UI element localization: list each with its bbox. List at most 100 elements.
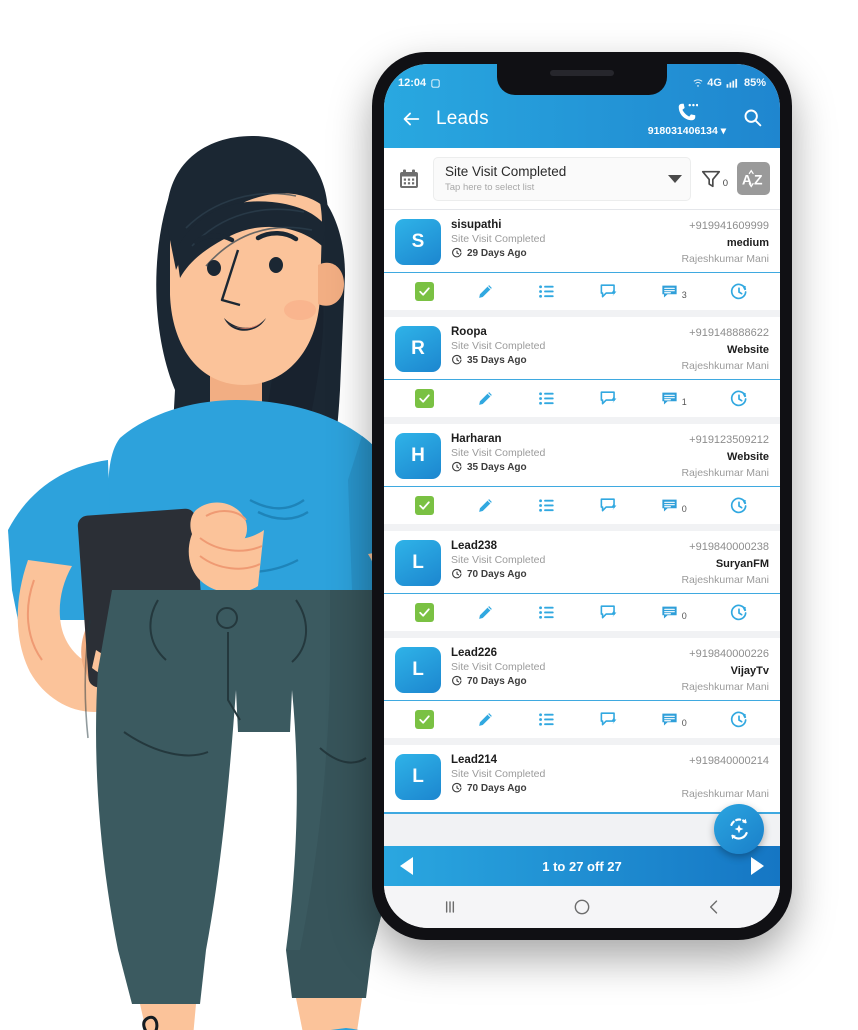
details-lead-action[interactable]	[537, 496, 556, 515]
quick-reply-action[interactable]	[599, 282, 618, 301]
back-icon[interactable]	[692, 892, 736, 922]
lead-phone[interactable]: +919840000226	[689, 648, 769, 660]
lead-phone[interactable]: +919123509212	[689, 434, 769, 446]
status-battery: 85%	[743, 77, 766, 89]
lead-card[interactable]: Ssisupathi Site Visit Completed 29 Days Ag…	[384, 210, 780, 310]
lead-owner: Rajeshkumar Mani	[681, 467, 769, 479]
lead-owner: Rajeshkumar Mani	[681, 360, 769, 372]
lead-card-summary[interactable]: L Lead214 Site Visit Completed 70 Days Ago +…	[384, 745, 780, 812]
sync-fab-button[interactable]	[714, 804, 764, 854]
notes-count: 0	[681, 504, 687, 514]
select-lead-action[interactable]	[415, 389, 435, 408]
search-icon[interactable]	[738, 103, 766, 131]
lead-age-text: 70 Days Ago	[467, 675, 527, 687]
lead-phone[interactable]: +919840000238	[689, 541, 769, 553]
lead-card[interactable]: R Roopa Site Visit Completed 35 Days Ago +91…	[384, 317, 780, 417]
lead-card-summary[interactable]: H Harharan Site Visit Completed 35 Days Ago…	[384, 424, 780, 486]
avatar: H	[395, 433, 441, 479]
edit-lead-action[interactable]	[476, 389, 495, 408]
notes-action[interactable]: 1	[660, 389, 687, 408]
history-action[interactable]	[729, 389, 749, 409]
lead-card-summary[interactable]: Ssisupathi Site Visit Completed 29 Days Ag…	[384, 210, 780, 272]
history-action[interactable]	[729, 603, 749, 623]
lead-card-meta: +919123509212 Website Rajeshkumar Mani	[681, 433, 769, 479]
lead-name: sisupathi	[451, 219, 502, 231]
notes-icon	[662, 499, 677, 512]
notes-count: 0	[681, 611, 687, 621]
list-select-texts: Site Visit Completed Tap here to select …	[445, 164, 662, 193]
quick-reply-action[interactable]	[599, 389, 618, 408]
notes-action[interactable]: 0	[660, 603, 687, 622]
lead-card-meta: +919840000226 VijayTv Rajeshkumar Mani	[681, 647, 769, 693]
details-lead-action[interactable]	[537, 389, 556, 408]
lead-card[interactable]: H Harharan Site Visit Completed 35 Days Ago…	[384, 424, 780, 524]
details-lead-action[interactable]	[537, 710, 556, 729]
lead-card[interactable]: L Lead238 Site Visit Completed 70 Days Ago +…	[384, 531, 780, 631]
select-lead-action[interactable]	[415, 710, 435, 729]
lead-list[interactable]: Ssisupathi Site Visit Completed 29 Days Ag…	[384, 210, 780, 839]
edit-lead-action[interactable]	[476, 496, 495, 515]
history-action[interactable]	[729, 710, 749, 730]
lead-source: SuryanFM	[715, 557, 769, 570]
lead-age: 70 Days Ago	[451, 782, 681, 794]
lead-phone[interactable]: +919840000214	[689, 755, 769, 767]
history-clock-icon	[730, 711, 747, 727]
lead-age-text: 70 Days Ago	[467, 568, 527, 580]
history-action[interactable]	[729, 282, 749, 302]
lead-source: Website	[727, 343, 769, 356]
home-icon[interactable]	[560, 892, 604, 922]
list-select-dropdown[interactable]: Site Visit Completed Tap here to select …	[433, 156, 691, 201]
phone-dots-icon	[678, 104, 698, 121]
status-bar-left: 12:04	[398, 77, 441, 89]
dialer-button[interactable]: 918031406134 ▾	[648, 101, 726, 137]
next-page-button[interactable]	[751, 857, 764, 875]
select-lead-action[interactable]	[415, 603, 435, 622]
lead-card-summary[interactable]: R Roopa Site Visit Completed 35 Days Ago +91…	[384, 317, 780, 379]
android-nav-bar	[384, 886, 780, 928]
calendar-icon[interactable]	[394, 164, 424, 194]
lead-action-row: 3	[384, 272, 780, 310]
notes-icon	[662, 606, 677, 619]
list-icon	[539, 392, 555, 405]
quick-reply-action[interactable]	[599, 603, 618, 622]
details-lead-action[interactable]	[537, 282, 556, 301]
lead-card-meta: +919840000214 Rajeshkumar Mani	[681, 754, 769, 800]
details-lead-action[interactable]	[537, 603, 556, 622]
lead-card-main: Lead214 Site Visit Completed 70 Days Ago	[441, 754, 681, 800]
lead-card-meta: +919840000238 SuryanFM Rajeshkumar Mani	[681, 540, 769, 586]
lead-owner: Rajeshkumar Mani	[681, 574, 769, 586]
lead-action-row: 1	[384, 379, 780, 417]
recents-icon[interactable]	[428, 892, 472, 922]
lead-card-summary[interactable]: L Lead226 Site Visit Completed 70 Days Ago +…	[384, 638, 780, 700]
quick-reply-icon	[600, 498, 616, 512]
lead-source: VijayTv	[730, 664, 769, 677]
sort-az-button[interactable]: A Z	[737, 162, 770, 195]
notes-action[interactable]: 3	[660, 282, 687, 301]
notes-action[interactable]: 0	[660, 710, 687, 729]
quick-reply-action[interactable]	[599, 496, 618, 515]
funnel-filter-icon	[701, 170, 720, 187]
lead-card[interactable]: L Lead214 Site Visit Completed 70 Days Ago +…	[384, 745, 780, 814]
lead-card-main: Roopa Site Visit Completed 35 Days Ago	[441, 326, 681, 372]
history-action[interactable]	[729, 496, 749, 516]
status-time: 12:04	[398, 77, 427, 89]
lead-phone[interactable]: +919148888622	[689, 327, 769, 339]
back-arrow-icon[interactable]	[396, 104, 426, 134]
select-lead-action[interactable]	[415, 496, 435, 515]
filter-button[interactable]: 0	[700, 167, 728, 191]
edit-lead-action[interactable]	[476, 603, 495, 622]
edit-lead-action[interactable]	[476, 710, 495, 729]
prev-page-button[interactable]	[400, 857, 413, 875]
pagination-bar: 1 to 27 off 27	[384, 846, 780, 886]
lead-phone[interactable]: +919941609999	[689, 220, 769, 232]
edit-lead-action[interactable]	[476, 282, 495, 301]
history-clock-icon	[730, 604, 747, 620]
quick-reply-action[interactable]	[599, 710, 618, 729]
lead-card-summary[interactable]: L Lead238 Site Visit Completed 70 Days Ago +…	[384, 531, 780, 593]
select-lead-action[interactable]	[415, 282, 435, 301]
lead-owner: Rajeshkumar Mani	[681, 788, 769, 800]
lead-stage: Site Visit Completed	[451, 233, 546, 245]
lead-card[interactable]: L Lead226 Site Visit Completed 70 Days Ago +…	[384, 638, 780, 738]
notes-action[interactable]: 0	[660, 496, 687, 515]
lead-card-meta: +919941609999 medium Rajeshkumar Mani	[681, 219, 769, 265]
